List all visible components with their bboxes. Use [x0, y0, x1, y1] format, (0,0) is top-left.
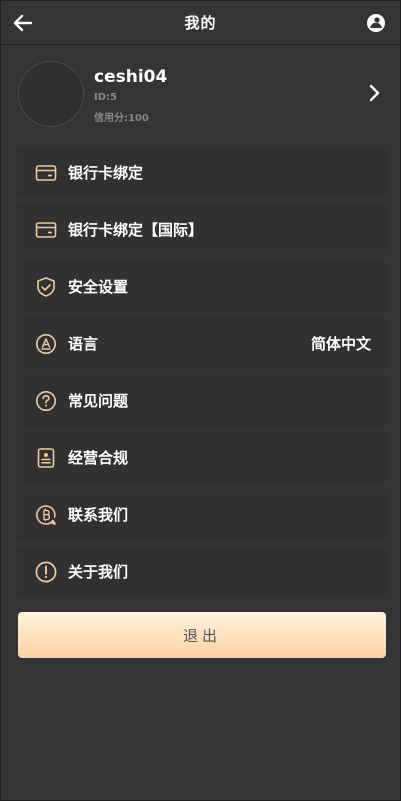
- language-icon: [35, 333, 57, 355]
- top-bar: 我的: [1, 1, 400, 45]
- credit-score: 信用分:100: [94, 113, 149, 124]
- menu-item-bank-card[interactable]: 银行卡绑定: [17, 147, 387, 198]
- menu-item-security[interactable]: 安全设置: [17, 261, 387, 312]
- menu-item-label: 经营合规: [68, 449, 129, 467]
- menu-item-compliance[interactable]: 经营合规: [17, 432, 387, 483]
- page-title: 我的: [184, 14, 217, 32]
- arrow-left-icon[interactable]: [11, 11, 35, 35]
- settings-menu: 银行卡绑定 银行卡绑定【国际】 安全设置 语言 简体中文 常见问题 经营合规 联…: [17, 147, 387, 603]
- question-icon: [35, 390, 57, 412]
- chevron-right-icon[interactable]: [368, 83, 382, 103]
- bitcoin-chat-icon: [35, 504, 57, 526]
- menu-item-bank-card-international[interactable]: 银行卡绑定【国际】: [17, 204, 387, 255]
- exclamation-icon: [35, 561, 57, 583]
- menu-item-label: 银行卡绑定: [68, 164, 144, 182]
- menu-item-label: 安全设置: [68, 278, 129, 296]
- profile-card[interactable]: ceshi04 ID:5 信用分:100: [1, 45, 400, 145]
- avatar[interactable]: [18, 61, 84, 127]
- profile-screen: 我的 ceshi04 ID:5 信用分:100 银行卡绑定 银行卡绑定【国际】 …: [0, 0, 401, 801]
- menu-item-about[interactable]: 关于我们: [17, 546, 387, 597]
- current-language: 简体中文: [310, 335, 371, 353]
- menu-item-label: 关于我们: [68, 563, 129, 581]
- user-silhouette-icon[interactable]: [366, 13, 386, 33]
- document-user-icon: [35, 447, 57, 469]
- menu-item-label: 银行卡绑定【国际】: [68, 221, 204, 239]
- menu-item-contact[interactable]: 联系我们: [17, 489, 387, 540]
- menu-item-faq[interactable]: 常见问题: [17, 375, 387, 426]
- menu-item-label: 联系我们: [68, 506, 129, 524]
- menu-item-label: 语言: [68, 335, 99, 353]
- user-id: ID:5: [94, 92, 117, 103]
- bank-card-icon: [35, 219, 57, 241]
- menu-item-label: 常见问题: [68, 392, 129, 410]
- logout-button[interactable]: 退出: [18, 612, 386, 658]
- shield-check-icon: [35, 276, 57, 298]
- username: ceshi04: [94, 67, 168, 87]
- bank-card-icon: [35, 162, 57, 184]
- menu-item-language[interactable]: 语言 简体中文: [17, 318, 387, 369]
